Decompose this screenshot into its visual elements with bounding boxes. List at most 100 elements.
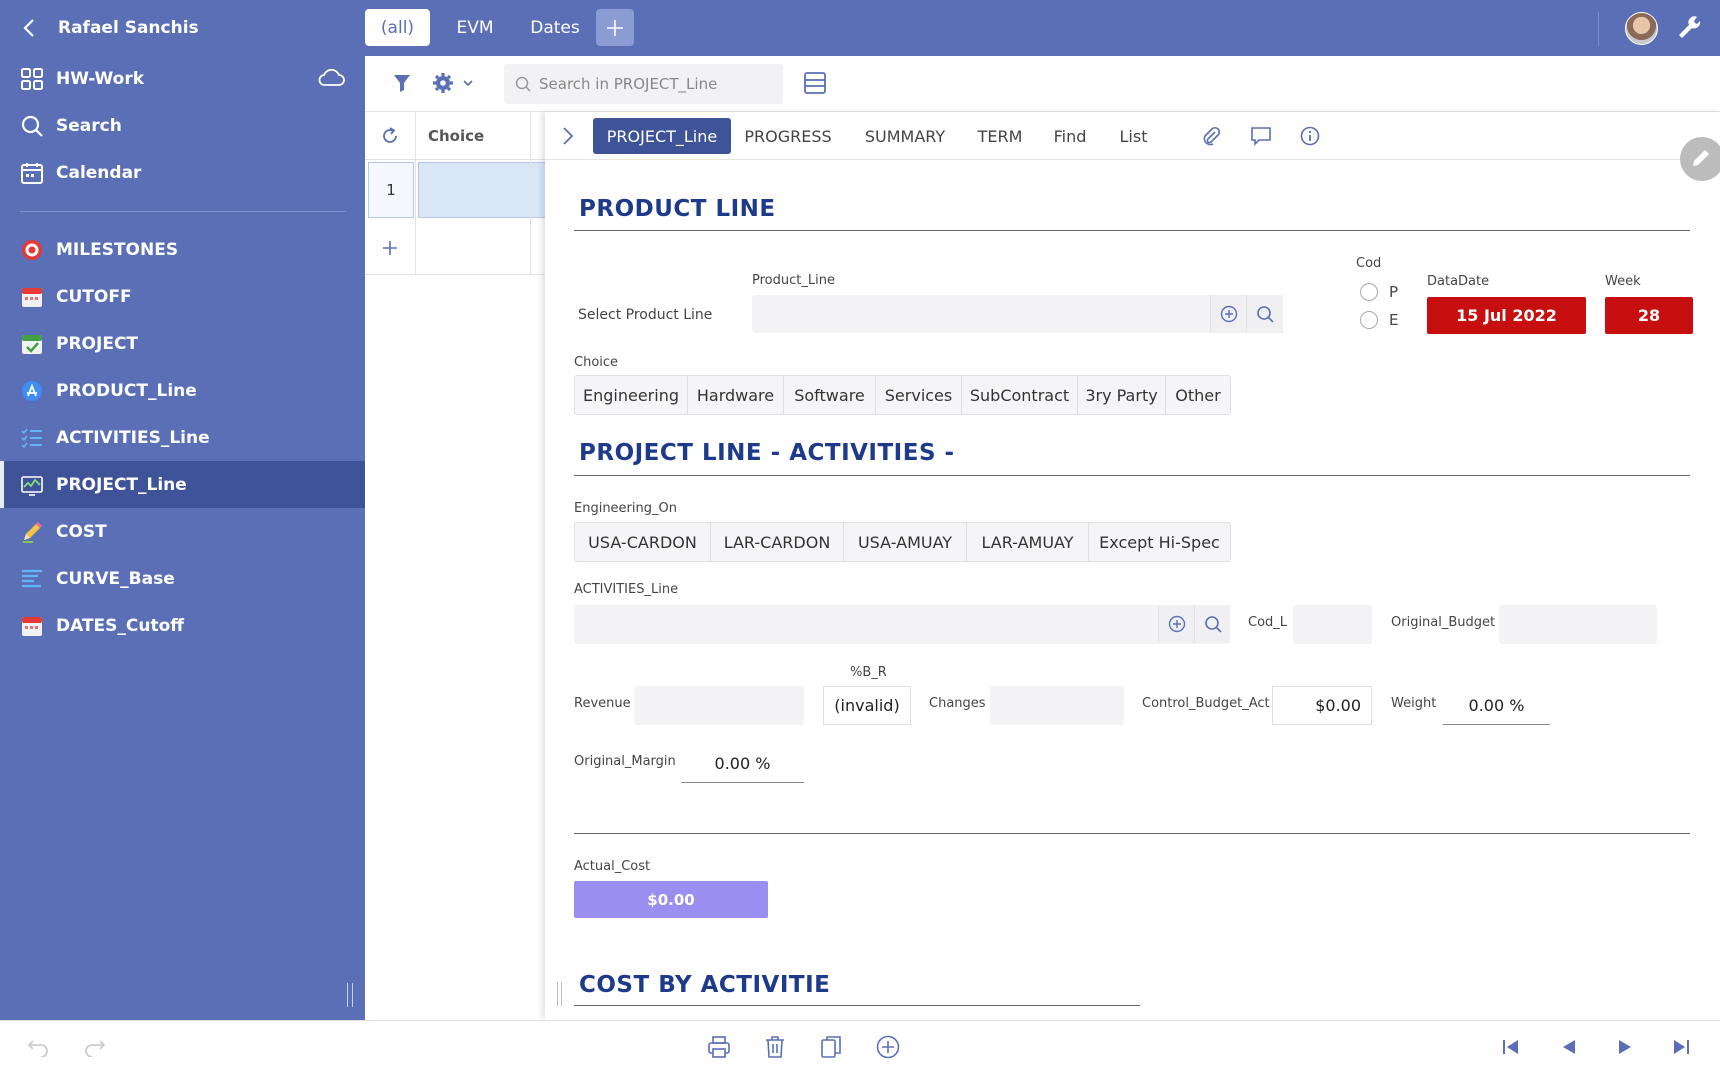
search-button[interactable] (1194, 605, 1230, 643)
product-line-label: Product_Line (752, 273, 835, 288)
cod-l-field[interactable] (1293, 605, 1372, 644)
revenue-field[interactable] (634, 686, 804, 725)
next-record-icon[interactable] (1617, 1038, 1633, 1056)
choice-option[interactable]: Services (876, 376, 962, 414)
revenue-label: Revenue (574, 696, 631, 711)
column-header-choice[interactable]: Choice (428, 127, 484, 145)
sidebar-item-cost[interactable]: COST (0, 508, 365, 555)
sidebar-item-dates-cutoff[interactable]: DATES_Cutoff (0, 602, 365, 649)
first-record-icon[interactable] (1502, 1038, 1520, 1056)
tab-find[interactable]: Find (1045, 118, 1095, 154)
comment-icon[interactable] (1251, 126, 1271, 146)
sidebar-item-label: Calendar (56, 162, 142, 183)
tab-summary[interactable]: SUMMARY (855, 118, 955, 154)
sidebar-item-label: PRODUCT_Line (56, 380, 197, 401)
sidebar-header[interactable]: Rafael Sanchis (0, 0, 365, 56)
sidebar-item-cutoff[interactable]: CUTOFF (0, 273, 365, 320)
choice-option[interactable]: Hardware (688, 376, 784, 414)
avatar[interactable] (1625, 12, 1658, 45)
engineering-option[interactable]: USA-AMUAY (844, 523, 967, 561)
tab-project-line[interactable]: PROJECT_Line (593, 118, 731, 154)
select-product-line-label: Select Product Line (578, 307, 713, 323)
tab-all[interactable]: (all) (365, 9, 430, 46)
choice-option[interactable]: 3ry Party (1078, 376, 1166, 414)
layout-icon[interactable] (804, 72, 826, 94)
engineering-option[interactable]: LAR-CARDON (711, 523, 844, 561)
table-row[interactable]: 1 (365, 160, 545, 220)
plus-icon (606, 19, 624, 37)
choice-segmented-control: Engineering Hardware Software Services S… (574, 375, 1231, 415)
sidebar-item-project-line[interactable]: PROJECT_Line (0, 461, 365, 508)
sidebar-item-product-line[interactable]: PRODUCT_Line (0, 367, 365, 414)
tab-progress[interactable]: PROGRESS (740, 118, 836, 154)
add-tab-button[interactable] (596, 9, 634, 46)
activities-line-field[interactable] (574, 605, 1230, 644)
search-button[interactable] (1246, 295, 1283, 333)
info-icon[interactable] (1300, 126, 1320, 146)
cod-l-label: Cod_L (1248, 615, 1288, 630)
engineering-option[interactable]: Except Hi-Spec (1089, 523, 1230, 561)
tab-evm[interactable]: EVM (445, 9, 505, 46)
refresh-icon[interactable] (365, 126, 415, 146)
redo-icon[interactable] (84, 1035, 106, 1057)
changes-field[interactable] (990, 686, 1124, 725)
list-panel: Choice 1 (365, 112, 545, 1020)
sidebar-item-project[interactable]: PROJECT (0, 320, 365, 367)
tab-dates[interactable]: Dates (515, 9, 595, 46)
week-value: 28 (1605, 297, 1693, 334)
previous-record-icon[interactable] (1561, 1038, 1577, 1056)
panel-resize-handle[interactable] (557, 982, 562, 1006)
undo-icon[interactable] (27, 1035, 49, 1057)
trash-icon[interactable] (764, 1035, 786, 1059)
chevron-right-icon[interactable] (562, 126, 574, 146)
plus-circle-icon (1168, 615, 1186, 633)
tab-list[interactable]: List (1111, 118, 1156, 154)
add-circle-icon[interactable] (876, 1035, 900, 1059)
duplicate-icon[interactable] (820, 1035, 842, 1059)
wrench-icon[interactable] (1676, 14, 1702, 40)
sidebar-divider (20, 211, 346, 212)
pencil-icon (20, 520, 44, 544)
back-icon[interactable] (22, 18, 42, 38)
changes-label: Changes (929, 696, 986, 711)
choice-option[interactable]: Engineering (575, 376, 688, 414)
paperclip-icon[interactable] (1202, 126, 1220, 146)
search-placeholder: Search in PROJECT_Line (539, 75, 718, 93)
row-cell-choice[interactable] (418, 162, 545, 218)
sidebar-item-activities-line[interactable]: ACTIVITIES_Line (0, 414, 365, 461)
activities-line-label: ACTIVITIES_Line (574, 582, 679, 597)
lines-icon (20, 567, 44, 591)
sidebar-item-calendar[interactable]: Calendar (0, 149, 365, 196)
sidebar-item-search[interactable]: Search (0, 102, 365, 149)
sidebar-item-curve-base[interactable]: CURVE_Base (0, 555, 365, 602)
sidebar-item-milestones[interactable]: MILESTONES (0, 226, 365, 273)
sidebar-item-hw-work[interactable]: HW-Work (0, 55, 365, 102)
gear-icon[interactable] (432, 72, 454, 94)
filter-icon[interactable] (393, 74, 411, 92)
sidebar-resize-handle[interactable] (347, 983, 353, 1007)
radio-e[interactable] (1360, 311, 1378, 329)
choice-option[interactable]: Other (1166, 376, 1230, 414)
print-icon[interactable] (707, 1035, 731, 1059)
product-line-field[interactable] (752, 295, 1283, 333)
cloud-icon[interactable] (318, 67, 346, 87)
original-budget-field[interactable] (1499, 605, 1657, 644)
chevron-down-icon[interactable] (463, 79, 473, 87)
sidebar-item-label: Search (56, 115, 122, 136)
add-button[interactable] (1210, 295, 1246, 333)
add-button[interactable] (1158, 605, 1194, 643)
radio-p[interactable] (1360, 283, 1378, 301)
choice-option[interactable]: SubContract (962, 376, 1078, 414)
engineering-option[interactable]: LAR-AMUAY (967, 523, 1089, 561)
engineering-option[interactable]: USA-CARDON (575, 523, 711, 561)
app-store-icon (20, 379, 44, 403)
original-budget-label: Original_Budget (1391, 615, 1496, 630)
add-row-button[interactable] (365, 220, 545, 275)
actual-cost-value: $0.00 (574, 881, 768, 918)
last-record-icon[interactable] (1672, 1038, 1690, 1056)
edit-button[interactable] (1680, 137, 1720, 181)
search-input[interactable]: Search in PROJECT_Line (504, 64, 783, 104)
choice-option[interactable]: Software (784, 376, 876, 414)
choice-label: Choice (574, 355, 619, 370)
tab-term[interactable]: TERM (970, 118, 1030, 154)
